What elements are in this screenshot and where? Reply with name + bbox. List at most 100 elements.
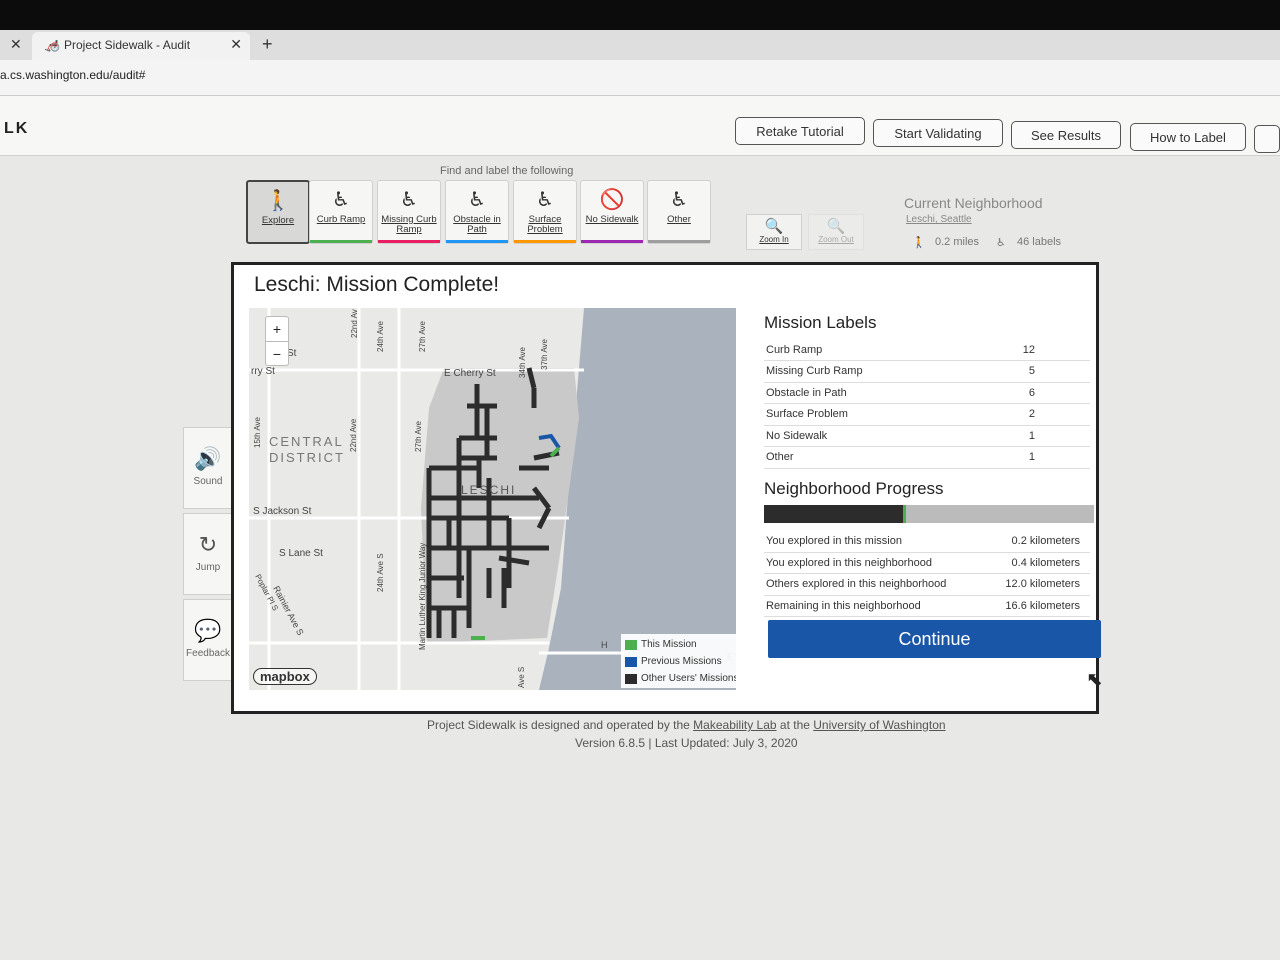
tool-surface-problem[interactable]: ♿ Surface Problem [513, 180, 577, 244]
tool-no-sidewalk[interactable]: 🚫 No Sidewalk [580, 180, 644, 244]
logo[interactable]: LK [4, 120, 29, 138]
tool-label: Missing Curb Ramp [381, 214, 437, 235]
mission-stats-panel: Mission Labels Curb Ramp 12 Missing Curb … [764, 313, 1094, 617]
legend-label: This Mission [641, 639, 697, 650]
table-row: Obstacle in Path 6 [764, 382, 1090, 404]
jump-button[interactable]: ↻ Jump [183, 513, 233, 595]
map-canvas[interactable]: rry St St E Cherry St CENTRAL DISTRICT S… [249, 308, 736, 690]
tool-missing-curb-ramp[interactable]: ♿ Missing Curb Ramp [377, 180, 441, 244]
legend-item-previous-missions: Previous Missions [625, 653, 736, 670]
neighborhood-progress-title: Neighborhood Progress [764, 478, 944, 498]
continue-button[interactable]: Continue [768, 620, 1101, 658]
table-row: Missing Curb Ramp 5 [764, 360, 1090, 383]
feedback-label: Feedback [186, 648, 230, 659]
current-neighborhood-title: Current Neighborhood [904, 195, 1043, 211]
map-zoom-in-button[interactable]: + [266, 317, 288, 341]
makeability-lab-link[interactable]: Makeability Lab [693, 718, 776, 732]
missing-curb-ramp-icon: ♿ [400, 189, 418, 211]
table-row: Curb Ramp 12 [764, 339, 1090, 361]
label-count: 1 [957, 446, 1090, 469]
legend-swatch [625, 673, 637, 684]
table-row: You explored in this mission 0.2 kilomete… [764, 530, 1090, 553]
neighborhood-name-link[interactable]: Leschi, Seattle [906, 214, 972, 225]
map-label-37th: 37th Ave [540, 338, 549, 370]
no-sidewalk-icon: 🚫 [599, 189, 625, 211]
other-icon: ♿ [670, 189, 688, 211]
table-row: Other 1 [764, 446, 1090, 469]
map-label-cherry: E Cherry St [444, 368, 496, 379]
tool-color-bar [310, 240, 372, 243]
map-label-jackson: S Jackson St [253, 506, 312, 517]
speaker-icon: 🔊 [194, 446, 222, 471]
map-label-24th: 24th Ave [376, 320, 385, 352]
tool-label: Curb Ramp [316, 214, 366, 225]
previous-tab-close-icon[interactable]: ✕ [10, 36, 22, 53]
progress-value: 16.6 kilometers [985, 595, 1090, 617]
see-results-button[interactable]: See Results [1011, 121, 1121, 149]
address-bar[interactable]: a.cs.washington.edu/audit# [0, 60, 1280, 96]
map-label-22nd: 22nd Av [350, 309, 359, 338]
progress-value: 0.2 kilometers [985, 530, 1090, 553]
tool-other[interactable]: ♿ Other [647, 180, 711, 244]
tool-label: Surface Problem [527, 214, 563, 235]
mission-map[interactable]: rry St St E Cherry St CENTRAL DISTRICT S… [249, 308, 736, 690]
retake-tutorial-button[interactable]: Retake Tutorial [735, 117, 865, 145]
progress-value: 12.0 kilometers [985, 573, 1090, 596]
legend-label: Previous Missions [641, 656, 722, 667]
label-count: 1 [957, 425, 1090, 447]
url-text[interactable]: a.cs.washington.edu/audit# [0, 68, 145, 82]
tool-curb-ramp[interactable]: ♿ Curb Ramp [309, 180, 373, 244]
mouse-cursor-icon: ⬉ [1086, 669, 1103, 691]
zoom-out-label: Zoom Out [818, 235, 854, 244]
tool-color-bar [446, 240, 508, 243]
tab-close-icon[interactable]: ✕ [230, 36, 242, 53]
extra-nav-button[interactable] [1254, 125, 1280, 153]
map-label-district: DISTRICT [269, 450, 345, 465]
label-name: Missing Curb Ramp [764, 360, 958, 383]
map-label-central: CENTRAL [269, 434, 344, 449]
label-count: 5 [957, 360, 1090, 383]
map-label-rry: rry St [251, 366, 275, 377]
progress-value: 0.4 kilometers [985, 552, 1090, 574]
new-tab-button[interactable]: + [262, 34, 273, 55]
neighborhood-progress-bar [764, 504, 1094, 523]
tab-title: Project Sidewalk - Audit [64, 38, 191, 52]
tool-color-bar [648, 240, 710, 243]
legend-label: Other Users' Missions [641, 673, 736, 684]
map-label-15th: 15th Ave [253, 416, 262, 448]
labels-icon: ♿ [996, 237, 1006, 249]
mission-labels-table: Curb Ramp 12 Missing Curb Ramp 5 Obstacle … [764, 339, 1090, 469]
start-validating-button[interactable]: Start Validating [873, 119, 1003, 147]
table-row: No Sidewalk 1 [764, 425, 1090, 447]
browser-tab[interactable]: 🦽 Project Sidewalk - Audit ✕ [32, 32, 250, 60]
map-label-24th-s: 24th Ave S [376, 553, 385, 592]
zoom-in-button[interactable]: 🔍 Zoom In [746, 214, 802, 250]
progress-label: Remaining in this neighborhood [764, 595, 986, 617]
zoom-out-button[interactable]: 🔍 Zoom Out [808, 214, 864, 250]
labels-stat: 46 labels [1017, 236, 1062, 248]
distance-icon: 🚶 [912, 237, 926, 249]
progress-label: You explored in this mission [764, 530, 986, 553]
label-count: 12 [957, 339, 1090, 361]
tool-label: Explore [261, 215, 295, 226]
university-of-washington-link[interactable]: University of Washington [813, 718, 945, 732]
label-name: Surface Problem [764, 403, 958, 426]
map-zoom-out-button[interactable]: − [266, 341, 288, 365]
table-row: Surface Problem 2 [764, 403, 1090, 426]
speech-bubble-icon: 💬 [194, 618, 222, 643]
how-to-label-button[interactable]: How to Label [1130, 123, 1246, 151]
feedback-button[interactable]: 💬 Feedback [183, 599, 233, 681]
surface-problem-icon: ♿ [536, 189, 554, 211]
sound-button[interactable]: 🔊 Sound [183, 427, 233, 509]
mapbox-logo[interactable]: mapbox [253, 668, 317, 685]
refresh-icon: ↻ [198, 532, 218, 557]
tool-obstacle-in-path[interactable]: ♿ Obstacle in Path [445, 180, 509, 244]
table-row: Remaining in this neighborhood 16.6 kilom… [764, 595, 1090, 617]
tool-color-bar [378, 240, 440, 243]
mission-complete-modal: Leschi: Mission Complete! rry St St E Ch… [231, 262, 1101, 714]
legend-item-other-users: Other Users' Missions [625, 670, 736, 687]
tool-explore[interactable]: 🚶 Explore [246, 180, 310, 244]
tool-label: Obstacle in Path [453, 214, 501, 235]
map-legend: This Mission Previous Missions Other Use… [621, 634, 736, 688]
tool-color-bar [581, 240, 643, 243]
